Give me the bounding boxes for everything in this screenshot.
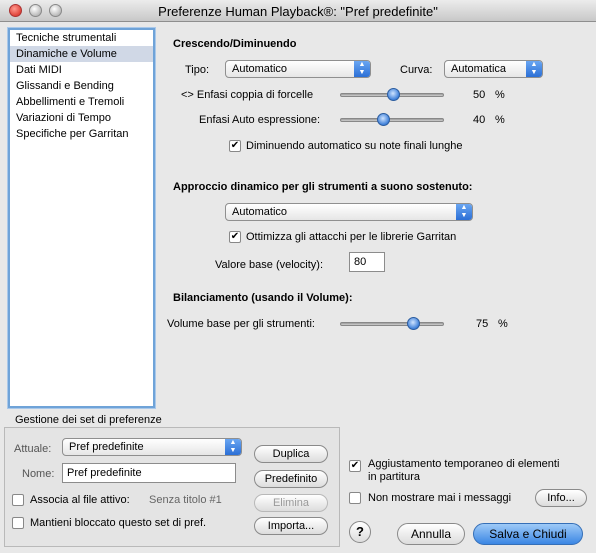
garritan-checkbox[interactable]: ✔ [229,231,241,243]
forcelle-unit: % [495,89,505,101]
approccio-popup[interactable]: Automatico ▲ ▼ [225,203,473,221]
forcelle-value: 50 [473,89,486,101]
category-item-dinamiche[interactable]: Dinamiche e Volume [10,46,153,62]
auto-expr-unit: % [495,114,505,126]
aggiustamento-label-line2: in partitura [368,471,420,483]
up-down-arrows-icon: ▲ ▼ [456,204,472,220]
title-bar: Preferenze Human Playback®: "Pref predef… [0,0,596,22]
window-title: Preferenze Human Playback®: "Pref predef… [158,4,438,19]
forcelle-slider[interactable] [340,88,444,101]
attuale-value: Pref predefinite [69,441,144,453]
up-down-arrows-icon: ▲ ▼ [354,61,370,77]
crescendo-heading: Crescendo/Diminuendo [173,38,297,50]
attuale-popup[interactable]: Pref predefinite ▲ ▼ [62,438,242,456]
auto-expr-slider-knob[interactable] [377,113,390,126]
non-mostrare-label: Non mostrare mai i messaggi [368,492,512,504]
checkmark-icon: ✔ [230,140,240,151]
help-button[interactable]: ? [349,521,371,543]
gestione-heading: Gestione dei set di preferenze [15,414,162,426]
salva-chiudi-button[interactable]: Salva e Chiudi [473,523,583,545]
forcelle-slider-knob[interactable] [387,88,400,101]
predefinito-button[interactable]: Predefinito [254,470,328,488]
bilanciamento-heading: Bilanciamento (usando il Volume): [173,292,353,304]
auto-expr-value: 40 [473,114,486,126]
garritan-label: Ottimizza gli attacchi per le librerie G… [246,231,457,243]
category-item-abbellimenti[interactable]: Abbellimenti e Tremoli [10,94,153,110]
diminuendo-label: Diminuendo automatico su note finali lun… [246,140,463,152]
info-button[interactable]: Info... [535,489,587,507]
volume-label: Volume base per gli strumenti: [167,318,315,330]
aggiustamento-checkbox[interactable]: ✔ [349,460,361,472]
curva-value: Automatica [451,63,507,75]
tipo-value: Automatico [232,63,288,75]
volume-slider[interactable] [340,317,444,330]
approccio-value: Automatico [232,206,288,218]
mantieni-label: Mantieni bloccato questo set di pref. [30,517,207,529]
velocity-label: Valore base (velocity): [215,259,324,271]
forcelle-label: <> Enfasi coppia di forcelle [181,89,314,101]
category-item-tecniche[interactable]: Tecniche strumentali [10,30,153,46]
non-mostrare-checkbox[interactable] [349,492,361,504]
aggiustamento-label-line1: Aggiustamento temporaneo di elementi [368,458,560,470]
up-down-arrows-icon: ▲ ▼ [225,439,241,455]
nome-input[interactable]: Pref predefinite [62,463,236,483]
auto-expr-label: Enfasi Auto espressione: [199,114,321,126]
checkmark-icon: ✔ [230,231,240,242]
category-item-garritan[interactable]: Specifiche per Garritan [10,126,153,142]
diminuendo-checkbox[interactable]: ✔ [229,140,241,152]
duplica-button[interactable]: Duplica [254,445,328,463]
category-item-midi[interactable]: Dati MIDI [10,62,153,78]
curva-label: Curva: [400,64,433,76]
category-item-glissandi[interactable]: Glissandi e Bending [10,78,153,94]
volume-value: 75 [476,318,489,330]
help-question-icon: ? [356,524,364,539]
volume-unit: % [498,318,508,330]
checkmark-icon: ✔ [350,460,360,471]
category-list[interactable]: Tecniche strumentali Dinamiche e Volume … [8,28,155,408]
importa-button[interactable]: Importa... [254,517,328,535]
associa-label: Associa al file attivo: [30,494,130,506]
volume-slider-knob[interactable] [407,317,420,330]
up-down-arrows-icon: ▲ ▼ [526,61,542,77]
tipo-popup[interactable]: Automatico ▲ ▼ [225,60,371,78]
auto-expr-slider[interactable] [340,113,444,126]
approccio-heading: Approccio dinamico per gli strumenti a s… [173,181,473,193]
category-item-tempo[interactable]: Variazioni di Tempo [10,110,153,126]
attuale-label: Attuale: [14,443,52,455]
annulla-button[interactable]: Annulla [397,523,465,545]
nome-label: Nome: [22,468,55,480]
velocity-input[interactable]: 80 [349,252,385,272]
associa-file-name: Senza titolo #1 [149,494,222,506]
tipo-label: Tipo: [185,64,210,76]
elimina-button[interactable]: Elimina [254,494,328,512]
associa-checkbox[interactable] [12,494,24,506]
curva-popup[interactable]: Automatica ▲ ▼ [444,60,543,78]
mantieni-checkbox[interactable] [12,517,24,529]
